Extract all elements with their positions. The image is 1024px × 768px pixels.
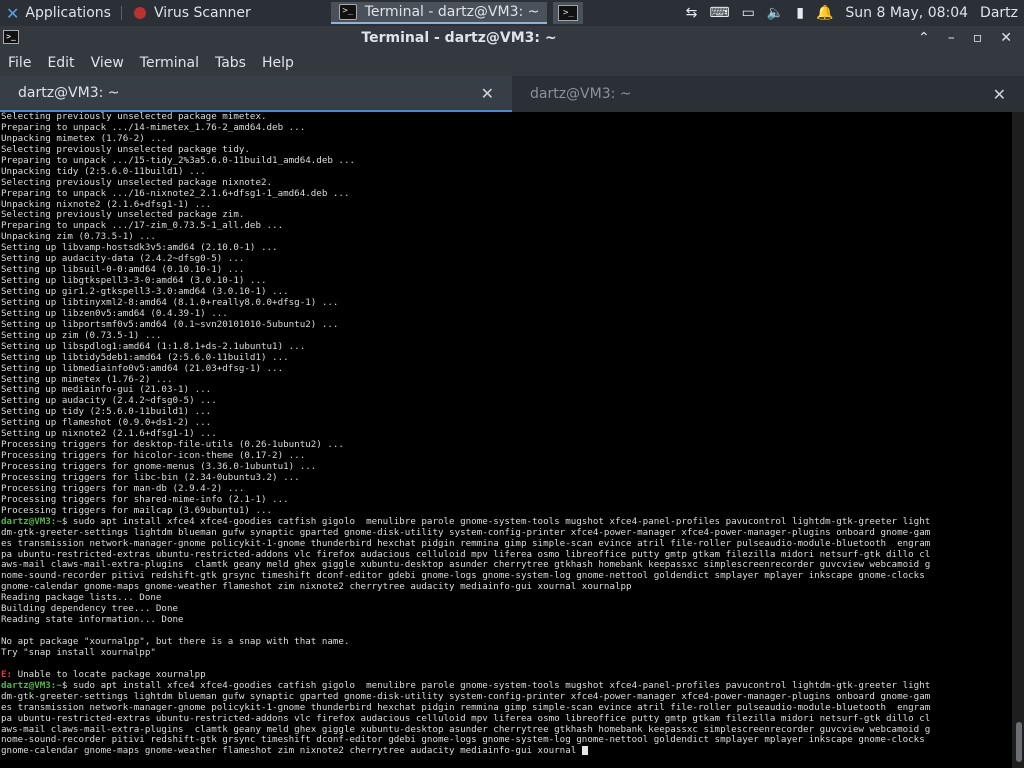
network-arrows-icon[interactable]: ⇆ <box>686 5 698 21</box>
notification-bell-icon[interactable]: 🔔 <box>816 5 833 21</box>
menu-view[interactable]: View <box>83 55 132 71</box>
keyboard-icon[interactable]: ⌨ <box>709 5 729 21</box>
terminal-icon: >_ <box>338 4 357 20</box>
shade-button[interactable]: ⌃ <box>918 30 930 46</box>
applications-menu[interactable]: ✕ Applications <box>0 0 117 26</box>
menu-terminal[interactable]: Terminal <box>132 55 207 71</box>
output-line: Unpacking tidy (2:5.6.0-11build1) ... <box>1 165 206 177</box>
close-tab-icon[interactable]: ✕ <box>993 85 1006 104</box>
terminal-launcher-button[interactable]: >_ <box>553 2 584 24</box>
tab-1[interactable]: dartz@VM3: ~ ✕ <box>0 76 512 112</box>
command-text: nome-sound-recorder pitivi redshift-gtk … <box>1 734 925 746</box>
panel-separator <box>120 6 122 20</box>
task-label: Virus Scanner <box>153 5 251 21</box>
display-icon[interactable]: ▭ <box>742 5 755 21</box>
battery-icon[interactable]: ▮ <box>796 5 804 21</box>
command-text: $ sudo apt install xfce4 xfce4-goodies c… <box>61 679 931 691</box>
command-text: gnome-calendar gnome-maps gnome-weather … <box>1 745 582 757</box>
applications-label: Applications <box>25 5 111 21</box>
command-text: pa ubuntu-restricted-extras ubuntu-restr… <box>1 548 931 560</box>
menu-edit[interactable]: Edit <box>39 55 82 71</box>
text-cursor <box>581 746 588 756</box>
command-text: pa ubuntu-restricted-extras ubuntu-restr… <box>1 712 931 724</box>
command-line-wrap: gnome-calendar gnome-maps gnome-weather … <box>1 745 1012 757</box>
minimize-button[interactable]: – <box>948 30 955 46</box>
command-text: dm-gtk-greeter-settings lightdm blueman … <box>1 690 931 702</box>
tab-2[interactable]: dartz@VM3: ~ ✕ <box>512 76 1024 112</box>
command-text: aws-mail claws-mail-extra-plugins clamtk… <box>1 559 931 571</box>
close-window-button[interactable]: ✕ <box>1000 30 1012 46</box>
output-line: Setting up libmediainfo0v5:amd64 (21.03+… <box>1 362 284 374</box>
task-virus-scanner[interactable]: Virus Scanner <box>126 2 259 24</box>
command-text: $ sudo apt install xfce4 xfce4-goodies c… <box>61 515 931 527</box>
command-text: es transmission network-manager-gnome po… <box>1 537 931 549</box>
command-text: es transmission network-manager-gnome po… <box>1 701 931 713</box>
task-terminal[interactable]: >_ Terminal - dartz@VM3: ~ <box>330 2 548 24</box>
tab-label: dartz@VM3: ~ <box>530 86 632 102</box>
scrollbar[interactable] <box>1012 112 1024 768</box>
menu-file[interactable]: File <box>0 55 39 71</box>
command-text: dm-gtk-greeter-settings lightdm blueman … <box>1 526 931 538</box>
output-line: Setting up libtidy5deb1:amd64 (2:5.6.0-1… <box>1 351 289 363</box>
error-prefix: E: <box>1 668 13 680</box>
output-line: Setting up libspdlog1:amd64 (1:1.8.1+ds-… <box>1 340 306 352</box>
clock[interactable]: Sun 8 May, 08:04 <box>845 5 968 21</box>
virus-scanner-icon <box>133 7 146 19</box>
volume-icon[interactable]: 🔈 <box>767 5 784 21</box>
error-text: Unable to locate package xournalpp <box>12 668 206 680</box>
output-line: Selecting previously unselected package … <box>1 176 273 188</box>
command-text: gnome-calendar gnome-maps gnome-weather … <box>1 581 632 593</box>
terminal-output[interactable]: Selecting previously unselected package … <box>0 112 1012 768</box>
system-tray: ⇆ ⌨ ▭ 🔈 ▮ 🔔 Sun 8 May, 08:04 Dartz <box>686 5 1024 21</box>
terminal-icon: >_ <box>558 5 579 21</box>
close-tab-icon[interactable]: ✕ <box>481 84 494 103</box>
command-text: nome-sound-recorder pitivi redshift-gtk … <box>1 570 925 582</box>
top-panel: ✕ Applications Virus Scanner >_ Terminal… <box>0 0 1024 26</box>
output-line: Try "snap install xournalpp" <box>1 646 156 658</box>
task-label: Terminal - dartz@VM3: ~ <box>364 4 540 20</box>
window-terminal-icon[interactable]: >_ <box>3 30 19 44</box>
xfce-logo-icon: ✕ <box>6 3 20 23</box>
output-line: Preparing to unpack .../16-nixnote2_2.1.… <box>1 187 350 199</box>
output-line: Reading state information... Done <box>1 614 184 626</box>
command-text: aws-mail claws-mail-extra-plugins clamtk… <box>1 723 931 735</box>
window-titlebar[interactable]: >_ Terminal - dartz@VM3: ~ ⌃ – ▫ ✕ <box>0 26 1024 50</box>
tab-label: dartz@VM3: ~ <box>18 85 120 101</box>
user-menu[interactable]: Dartz <box>980 5 1018 21</box>
menu-bar: File Edit View Terminal Tabs Help <box>0 50 1024 76</box>
maximize-button[interactable]: ▫ <box>973 30 983 46</box>
menu-tabs[interactable]: Tabs <box>207 55 254 71</box>
scrollbar-thumb[interactable] <box>1016 722 1022 762</box>
shell-prompt: dartz@VM3:~ <box>1 515 62 527</box>
shell-prompt: dartz@VM3:~ <box>1 679 62 691</box>
window-title: Terminal - dartz@VM3: ~ <box>361 30 557 46</box>
tab-bar: dartz@VM3: ~ ✕ dartz@VM3: ~ ✕ <box>0 76 1024 112</box>
menu-help[interactable]: Help <box>254 55 302 71</box>
